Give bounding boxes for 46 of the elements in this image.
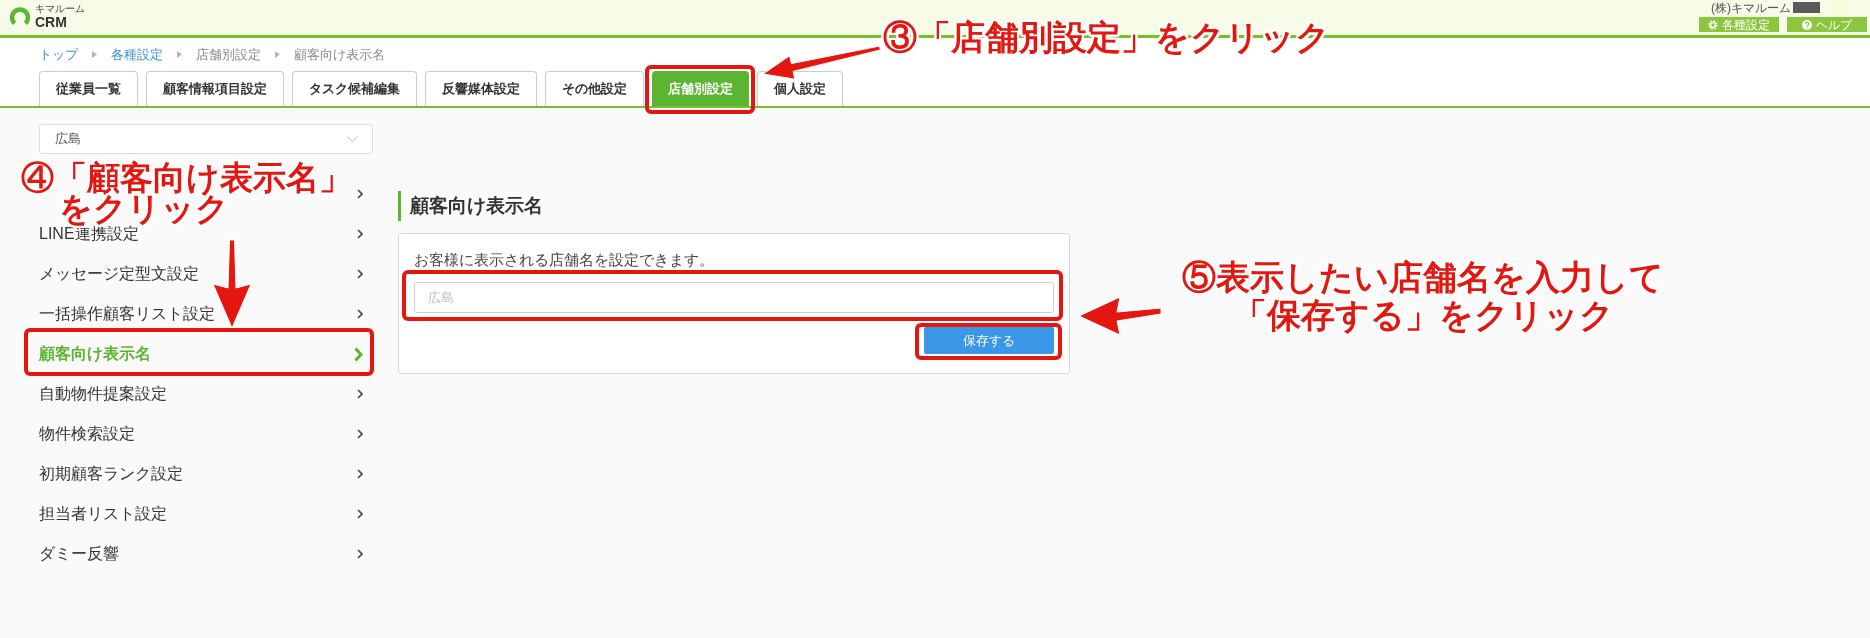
sidebar-item[interactable]: メッセージ定型文設定	[39, 265, 199, 283]
chevron-right-icon	[357, 429, 363, 439]
tab[interactable]: その他設定	[545, 71, 644, 106]
chevron-right-icon	[354, 346, 363, 362]
gear-icon	[1708, 19, 1718, 30]
logo-ring-icon	[10, 5, 30, 28]
section-heading: 顧客向け表示名	[398, 191, 1070, 221]
tab[interactable]: 個人設定	[757, 71, 843, 106]
sidebar-item[interactable]: ダミー反響	[39, 545, 119, 563]
separator-icon	[177, 51, 182, 58]
tab[interactable]: 顧客情報項目設定	[146, 71, 284, 106]
help-icon	[1802, 19, 1812, 30]
breadcrumb-link[interactable]: 各種設定	[111, 44, 163, 65]
arrow-icon	[1076, 294, 1164, 338]
callout-text: ⑤表示したい店舗名を入力して 「保存する」をクリック	[1182, 258, 1664, 334]
redaction-block	[1835, 2, 1847, 13]
chevron-right-icon	[357, 389, 363, 399]
store-dropdown[interactable]: 広島	[39, 124, 373, 154]
breadcrumb-link[interactable]: トップ	[39, 44, 78, 65]
tab[interactable]: タスク候補編集	[292, 71, 417, 106]
sidebar-item[interactable]: 担当者リスト設定	[39, 505, 167, 523]
chevron-right-icon	[357, 229, 363, 239]
separator-icon	[275, 51, 280, 58]
chevron-down-icon	[347, 136, 358, 142]
chevron-right-icon	[357, 509, 363, 519]
sidebar-item[interactable]: 物件検索設定	[39, 425, 135, 443]
description-text: お客様に表示される店舗名を設定できます。	[414, 251, 715, 269]
tab[interactable]: 従業員一覧	[39, 71, 138, 106]
sidebar-item[interactable]: LINE連携設定	[39, 225, 139, 243]
chevron-right-icon	[357, 469, 363, 479]
separator-icon	[92, 51, 97, 58]
store-name-input[interactable]: 広島	[414, 282, 1054, 313]
chevron-right-icon	[357, 269, 363, 279]
sidebar-item[interactable]: 一括操作顧客リスト設定	[39, 305, 215, 323]
breadcrumb-item: 店舗別設定	[196, 45, 261, 64]
account-name: (株)キマルーム	[1711, 1, 1791, 14]
logo-text: CRM	[35, 15, 68, 29]
logo-caption: キマルーム	[35, 4, 85, 14]
sidebar-item[interactable]: 初期顧客ランク設定	[39, 465, 183, 483]
tab[interactable]: 反響媒体設定	[425, 71, 537, 106]
redaction-block	[1793, 2, 1820, 13]
sidebar-item[interactable]: 自動物件提案設定	[39, 385, 167, 403]
chevron-right-icon	[357, 549, 363, 559]
callout-text: ④「顧客向け表示名」 をクリック	[21, 162, 352, 224]
chevron-right-icon	[357, 309, 363, 319]
breadcrumb-item: 顧客向け表示名	[294, 45, 385, 64]
